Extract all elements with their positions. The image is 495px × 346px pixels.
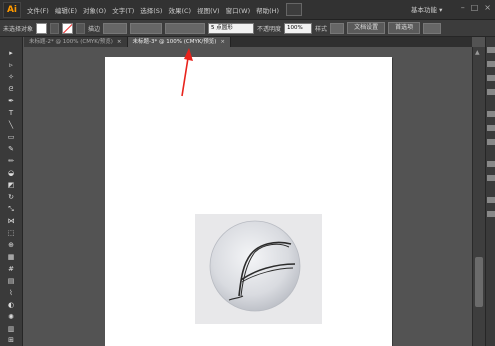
menu-bar: Ai 文件(F) 编辑(E) 对象(O) 文字(T) 选择(S) 效果(C) 视… [0,0,495,20]
stroke-weight-field[interactable] [103,22,128,34]
selection-status: 未选择对象 [3,25,34,33]
gradient-panel-icon[interactable] [487,125,495,131]
brushes-panel-icon[interactable] [487,75,495,81]
free-transform-icon[interactable]: ⬚ [5,229,17,237]
arrange-icon[interactable] [423,22,442,34]
tab-label: 未标题-3* @ 100% (CMYK/预览) [132,39,217,45]
rotate-tool-icon[interactable]: ↻ [5,193,17,201]
paintbrush-tool-icon[interactable]: ✎ [5,145,17,153]
pencil-tool-icon[interactable]: ✏ [5,157,17,165]
width-tool-icon[interactable]: ⋈ [5,217,17,225]
panel-dock [485,37,495,346]
brush-definition-field[interactable]: 5 点圆形 [208,22,255,34]
menu-effect[interactable]: 效果(C) [165,5,194,15]
perspective-grid-icon[interactable]: ▦ [5,253,17,261]
stroke-panel-icon[interactable] [487,111,495,117]
menu-type[interactable]: 文字(T) [109,5,137,15]
fill-swatch[interactable] [36,22,48,34]
annotation-arrow-icon [181,48,193,97]
vertical-scrollbar[interactable]: ▲ [472,47,485,346]
maximize-button[interactable]: □ [471,3,479,12]
opacity-label[interactable]: 不透明度 [257,24,281,33]
menu-list: 文件(F) 编辑(E) 对象(O) 文字(T) 选择(S) 效果(C) 视图(V… [24,0,303,19]
stroke-label[interactable]: 描边 [88,24,100,33]
eraser-tool-icon[interactable]: ◩ [5,181,17,189]
opacity-field[interactable]: 100% [284,22,313,34]
pen-tool-icon[interactable]: ✒ [5,97,17,105]
close-button[interactable]: × [484,3,491,12]
appearance-panel-icon[interactable] [487,161,495,167]
tab-close-icon[interactable]: × [220,39,225,45]
menu-help[interactable]: 帮助(H) [253,5,282,15]
menu-object[interactable]: 对象(O) [80,5,109,15]
document-tabs: 未标题-2* @ 100% (CMYK/预览) × 未标题-3* @ 100% (… [24,37,472,47]
workspace-switcher[interactable]: 基本功能 ▾ [411,4,442,14]
symbols-panel-icon[interactable] [487,89,495,95]
scrollbar-thumb[interactable] [475,257,483,307]
menu-view[interactable]: 视图(V) [194,5,223,15]
transparency-panel-icon[interactable] [487,139,495,145]
scale-tool-icon[interactable]: ⤡ [5,205,17,213]
artboard-tool-icon[interactable]: ⊞ [5,336,17,344]
placed-image[interactable] [195,214,322,324]
stroke-dropdown[interactable] [76,22,86,34]
symbol-sprayer-icon[interactable]: ✺ [5,313,17,321]
artboards-panel-icon[interactable] [487,211,495,217]
scroll-up-icon[interactable]: ▲ [475,49,480,56]
brush-profile-field[interactable] [165,22,206,34]
color-panel-icon[interactable] [487,47,495,53]
style-label: 样式 [315,25,328,33]
magic-wand-icon[interactable]: ✧ [5,73,17,81]
bridge-icon[interactable] [286,3,303,16]
graphic-styles-panel-icon[interactable] [487,175,495,181]
mesh-tool-icon[interactable]: # [5,265,17,273]
menu-select[interactable]: 选择(S) [137,5,165,15]
window-controls: – □ × [461,3,491,12]
tab-document-2[interactable]: 未标题-2* @ 100% (CMYK/预览) × [24,37,128,47]
tab-close-icon[interactable]: × [117,39,122,45]
eyedropper-tool-icon[interactable]: ⌇ [5,289,17,297]
swatches-panel-icon[interactable] [487,61,495,67]
lasso-tool-icon[interactable]: ᘓ [5,85,17,93]
menu-file[interactable]: 文件(F) [24,5,52,15]
stroke-swatch[interactable] [62,22,74,34]
logo-emblem-icon [209,220,301,312]
document-setup-button[interactable]: 文档设置 [347,22,386,34]
fill-dropdown[interactable] [50,22,60,34]
line-tool-icon[interactable]: ╲ [5,121,17,129]
type-tool-icon[interactable]: T [5,109,17,117]
shape-builder-icon[interactable]: ⊕ [5,241,17,249]
rectangle-tool-icon[interactable]: ▭ [5,133,17,141]
tab-label: 未标题-2* @ 100% (CMYK/预览) [29,39,113,45]
layers-panel-icon[interactable] [487,197,495,203]
tab-document-3[interactable]: 未标题-3* @ 100% (CMYK/预览) × [127,37,232,47]
selection-tool-icon[interactable]: ▸ [5,49,17,57]
app-logo: Ai [3,2,21,18]
gradient-tool-icon[interactable]: ▤ [5,277,17,285]
control-bar: 未选择对象 描边 5 点圆形 不透明度 100% 样式 文档设置 首选项 [0,20,495,37]
blend-tool-icon[interactable]: ◐ [5,301,17,309]
tools-panel: ▸ ▹ ✧ ᘓ ✒ T ╲ ▭ ✎ ✏ ◒ ◩ ↻ ⤡ ⋈ ⬚ ⊕ ▦ # ▤ … [0,37,23,346]
blob-brush-icon[interactable]: ◒ [5,169,17,177]
menu-edit[interactable]: 编辑(E) [52,5,80,15]
menu-window[interactable]: 窗口(W) [223,5,254,15]
direct-selection-tool-icon[interactable]: ▹ [5,61,17,69]
style-swatch[interactable] [330,22,345,34]
preferences-button[interactable]: 首选项 [388,22,421,34]
graph-tool-icon[interactable]: ▥ [5,325,17,333]
minimize-button[interactable]: – [461,3,465,12]
variable-width-field[interactable] [130,22,163,34]
